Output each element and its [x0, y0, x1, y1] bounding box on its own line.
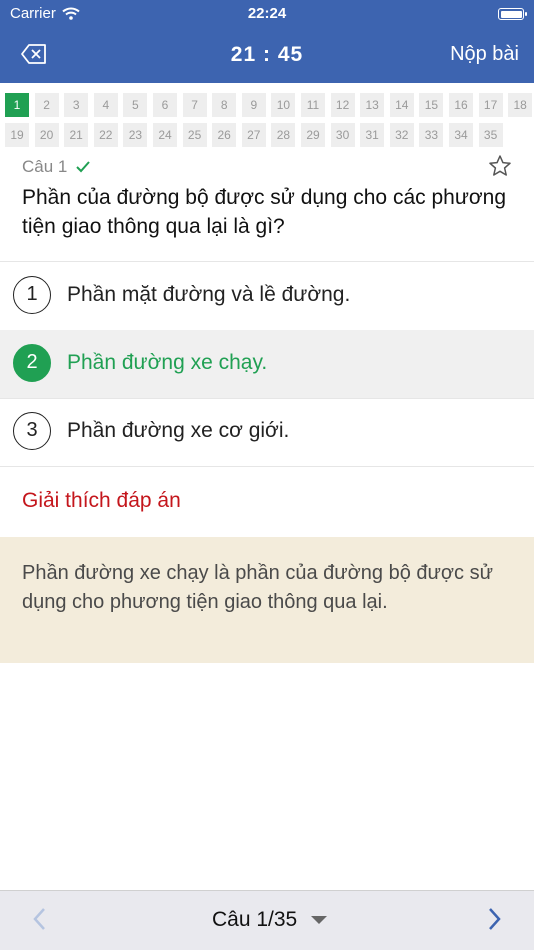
answer-text: Phần đường xe chạy.	[67, 351, 268, 374]
question-number-box[interactable]: 5	[123, 93, 148, 117]
pager-label: Câu 1/35	[212, 908, 298, 931]
question-number-box[interactable]: 17	[478, 93, 503, 117]
question-text: Phần của đường bộ được sử dụng cho các p…	[22, 186, 507, 238]
question-pager[interactable]: Câu 1/35	[212, 908, 328, 932]
question-number: Câu 1	[22, 157, 68, 176]
answer-number: 3	[13, 412, 51, 450]
answer-option-2[interactable]: 2 Phần đường xe chạy.	[0, 330, 534, 398]
answer-number: 1	[13, 276, 51, 314]
answer-option-3[interactable]: 3 Phần đường xe cơ giới.	[0, 398, 534, 466]
question-number-box[interactable]: 12	[330, 93, 355, 117]
question-number-box[interactable]: 21	[64, 123, 89, 147]
question-number-box[interactable]: 1	[5, 93, 29, 117]
status-time: 22:24	[247, 5, 287, 22]
question-number-box[interactable]: 14	[389, 93, 414, 117]
chevron-right-icon[interactable]	[484, 905, 504, 933]
question-number-box[interactable]: 13	[360, 93, 385, 117]
chevron-left-icon[interactable]	[30, 905, 50, 933]
question-number-box[interactable]: 26	[212, 123, 237, 147]
question-number-box[interactable]: 22	[93, 123, 118, 147]
question-number-box[interactable]: 29	[301, 123, 325, 147]
question-number-box[interactable]: 15	[419, 93, 444, 117]
question-number-box[interactable]: 11	[301, 93, 325, 117]
question-number-box[interactable]: 7	[182, 93, 207, 117]
question-number-box[interactable]: 3	[64, 93, 89, 117]
answer-text: Phần mặt đường và lề đường.	[67, 283, 351, 306]
question-number-box[interactable]: 16	[449, 93, 473, 117]
answer-number: 2	[13, 344, 51, 382]
question-number-box[interactable]: 20	[34, 123, 59, 147]
star-icon[interactable]	[488, 154, 512, 178]
caret-down-icon	[311, 916, 328, 924]
question-number-box[interactable]: 35	[478, 123, 503, 147]
question-number-box[interactable]: 2	[34, 93, 59, 117]
explanation-title: Giải thích đáp án	[22, 489, 181, 512]
question-number-box[interactable]: 32	[389, 123, 414, 147]
question-number-box[interactable]: 34	[449, 123, 473, 147]
question-number-box[interactable]: 10	[271, 93, 296, 117]
question-number-box[interactable]: 23	[123, 123, 148, 147]
answer-text: Phần đường xe cơ giới.	[67, 419, 290, 442]
status-bar: Carrier 22:24	[0, 0, 534, 28]
explanation-box: Phần đường xe chạy là phần của đường bộ …	[0, 537, 534, 663]
submit-button[interactable]: Nộp bài	[450, 43, 519, 66]
header-bar: Carrier 22:24 21 : 45 Nộp bài	[0, 0, 534, 83]
question-number-box[interactable]: 24	[153, 123, 177, 147]
check-icon	[76, 161, 91, 173]
battery-icon	[498, 8, 527, 20]
explanation-text: Phần đường xe chạy là phần của đường bộ …	[22, 562, 493, 613]
question-number-box[interactable]: 9	[241, 93, 266, 117]
divider	[0, 466, 534, 467]
question-number-box[interactable]: 6	[153, 93, 177, 117]
question-number-box[interactable]: 27	[241, 123, 266, 147]
question-number-box[interactable]: 4	[93, 93, 118, 117]
answer-option-1[interactable]: 1 Phần mặt đường và lề đường.	[0, 262, 534, 330]
question-number-box[interactable]: 30	[330, 123, 355, 147]
question-header: Câu 1	[22, 157, 91, 177]
question-number-box[interactable]: 25	[182, 123, 207, 147]
question-number-box[interactable]: 33	[419, 123, 444, 147]
question-number-box[interactable]: 19	[5, 123, 29, 147]
question-number-box[interactable]: 8	[212, 93, 237, 117]
question-number-box[interactable]: 28	[271, 123, 296, 147]
nav-bar: 21 : 45 Nộp bài	[0, 36, 534, 76]
bottom-toolbar: Câu 1/35	[0, 890, 534, 950]
question-number-box[interactable]: 18	[508, 93, 533, 117]
question-number-box[interactable]: 31	[360, 123, 385, 147]
